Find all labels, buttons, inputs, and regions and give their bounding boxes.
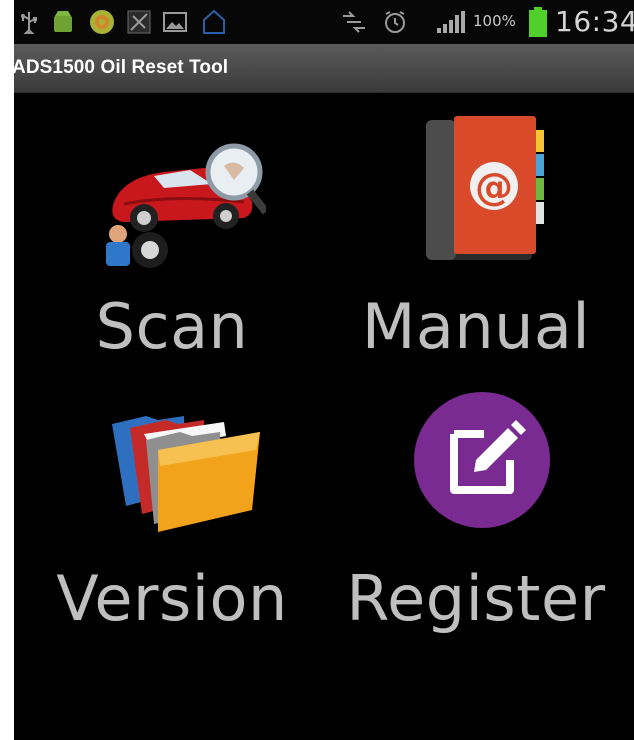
battery-icon xyxy=(527,7,549,37)
alarm-icon xyxy=(382,9,408,35)
android-notification-icon xyxy=(50,9,76,35)
usb-icon xyxy=(18,9,40,35)
sync-icon xyxy=(200,9,228,35)
app-title: ADS1500 Oil Reset Tool xyxy=(12,57,229,78)
svg-text:@: @ xyxy=(475,165,513,209)
phone-screen: 100% 16:34 ADS1500 Oil Reset Tool Scan @… xyxy=(10,0,634,740)
manual-label: Manual xyxy=(361,290,591,363)
signal-strength-icon xyxy=(434,9,470,35)
folders-icon xyxy=(112,416,260,532)
status-bar: 100% 16:34 xyxy=(10,0,634,45)
car-diagnostic-icon xyxy=(106,143,266,268)
page-edge xyxy=(0,0,14,740)
address-book-icon: @ xyxy=(426,116,544,260)
image-icon xyxy=(162,9,188,35)
title-bar: ADS1500 Oil Reset Tool xyxy=(10,44,634,93)
scan-label: Scan xyxy=(95,290,249,363)
network-icon xyxy=(340,9,368,35)
globe-app-icon xyxy=(88,9,116,35)
scan-button[interactable]: Scan xyxy=(22,100,322,400)
register-label: Register xyxy=(346,562,606,635)
register-button[interactable]: Register xyxy=(326,392,626,698)
signal-muted-icon xyxy=(126,9,152,35)
manual-button[interactable]: @ Manual xyxy=(326,100,626,400)
edit-register-icon xyxy=(414,392,550,528)
version-label: Version xyxy=(56,562,288,635)
status-clock: 16:34 xyxy=(555,5,634,38)
battery-percentage: 100% xyxy=(473,12,516,30)
version-button[interactable]: Version xyxy=(22,398,322,698)
